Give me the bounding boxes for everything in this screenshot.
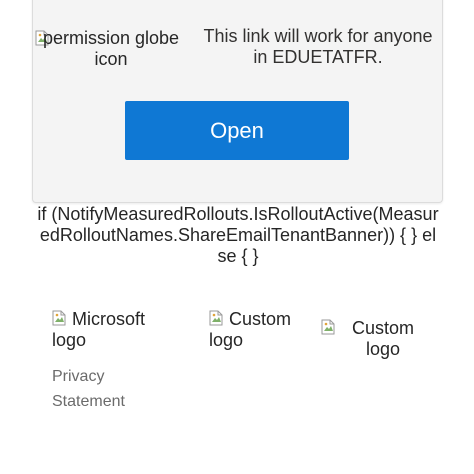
custom-logo-1: Custom logo <box>209 309 292 350</box>
permission-globe-icon: permission globe icon <box>42 28 180 69</box>
broken-image-icon <box>321 319 335 335</box>
microsoft-logo: Microsoft logo <box>52 309 146 350</box>
rollout-template-text: if (NotifyMeasuredRollouts.IsRolloutActi… <box>37 204 439 266</box>
email-page: permission globe icon This link will wor… <box>0 0 474 474</box>
share-message: This link will work for anyone in EDUETA… <box>203 26 433 67</box>
open-button[interactable]: Open <box>125 101 349 160</box>
custom-logo-2: Custom logo <box>351 318 414 359</box>
privacy-statement-link[interactable]: Privacy Statement <box>52 364 142 414</box>
